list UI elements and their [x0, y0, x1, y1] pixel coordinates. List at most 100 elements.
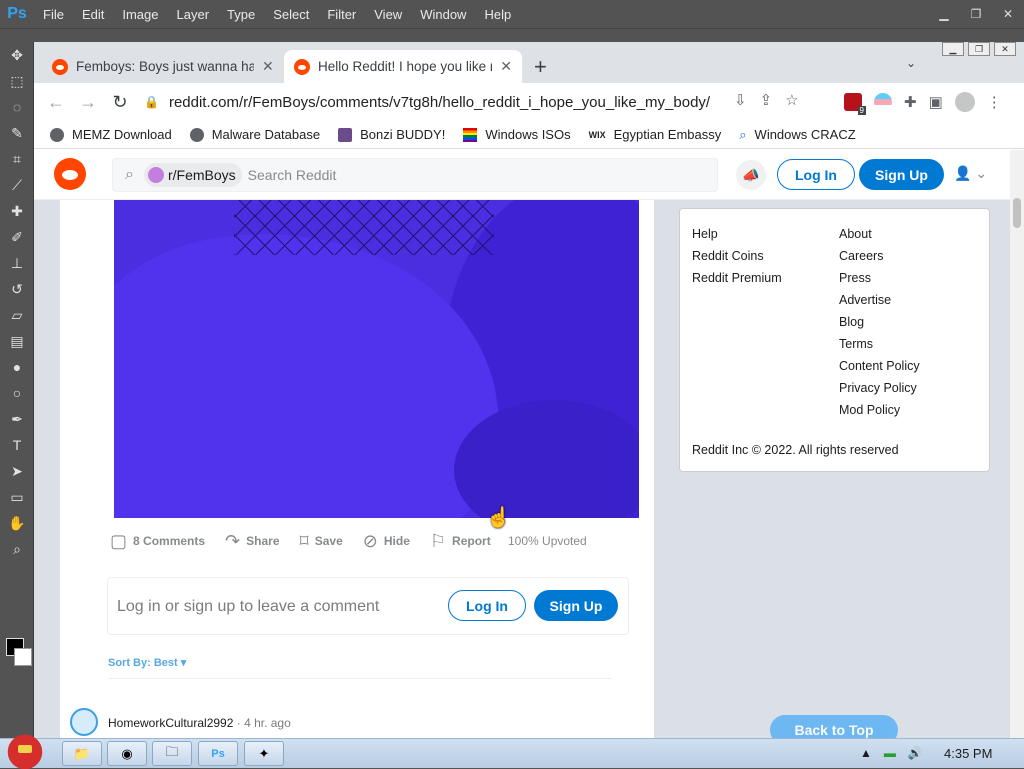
- link-help[interactable]: Help: [692, 223, 782, 245]
- type-tool-icon[interactable]: T: [0, 432, 34, 458]
- puzzle-icon[interactable]: ✚: [904, 93, 917, 111]
- background-color-swatch[interactable]: [14, 648, 32, 666]
- app-taskbar-icon[interactable]: ✦: [244, 741, 284, 766]
- share-button[interactable]: ↷ Share: [225, 531, 279, 552]
- sort-dropdown[interactable]: Sort By: Best ▾: [108, 656, 186, 669]
- user-dropdown-icon[interactable]: 👤 ⌄: [954, 165, 987, 182]
- link-blog[interactable]: Blog: [839, 311, 920, 333]
- address-bar[interactable]: 🔒 reddit.com/r/FemBoys/comments/v7tg8h/h…: [144, 87, 732, 117]
- zoom-tool-icon[interactable]: ⌕: [0, 536, 34, 562]
- marquee-tool-icon[interactable]: ⬚: [0, 68, 34, 94]
- history-brush-tool-icon[interactable]: ↺: [0, 276, 34, 302]
- scrollbar-thumb[interactable]: [1013, 198, 1021, 228]
- explorer-taskbar-icon[interactable]: 📁: [62, 741, 102, 766]
- folder-taskbar-icon[interactable]: 🗀: [152, 741, 192, 766]
- ublock-icon[interactable]: 9: [844, 93, 866, 115]
- scrollbar[interactable]: [1010, 150, 1024, 738]
- link-mod-policy[interactable]: Mod Policy: [839, 399, 920, 421]
- restore-icon[interactable]: ❐: [960, 0, 992, 28]
- reload-icon[interactable]: ↻: [104, 92, 136, 113]
- lock-icon[interactable]: 🔒: [144, 95, 159, 109]
- search-input[interactable]: ⌕ r/FemBoys Search Reddit: [112, 158, 718, 192]
- healing-tool-icon[interactable]: ✚: [0, 198, 34, 224]
- volume-icon[interactable]: 🔊: [908, 746, 923, 760]
- menu-select[interactable]: Select: [264, 7, 318, 22]
- comment-login-button[interactable]: Log In: [448, 590, 526, 621]
- hide-button[interactable]: ⊘ Hide: [363, 531, 410, 552]
- comment-username[interactable]: HomeworkCultural2992: [108, 716, 233, 730]
- comments-button[interactable]: ▢ 8 Comments: [110, 531, 205, 552]
- close-tab-icon[interactable]: ✕: [262, 58, 274, 75]
- shape-tool-icon[interactable]: ▭: [0, 484, 34, 510]
- signup-button[interactable]: Sign Up: [859, 159, 944, 190]
- tab-femboys[interactable]: Femboys: Boys just wanna hav ✕: [42, 50, 284, 83]
- reddit-logo-icon[interactable]: [54, 158, 86, 190]
- link-careers[interactable]: Careers: [839, 245, 920, 267]
- close-tab-icon[interactable]: ✕: [500, 58, 512, 75]
- dodge-tool-icon[interactable]: ○: [0, 380, 34, 406]
- stamp-tool-icon[interactable]: ⊥: [0, 250, 34, 276]
- install-app-icon[interactable]: ⇩: [734, 91, 747, 109]
- profile-avatar-icon[interactable]: [954, 92, 975, 112]
- clock[interactable]: 4:35 PM: [944, 746, 992, 761]
- pen-tool-icon[interactable]: ✒: [0, 406, 34, 432]
- subreddit-chip[interactable]: r/FemBoys: [143, 163, 242, 187]
- back-arrow-icon[interactable]: ←: [40, 92, 72, 113]
- restore-icon[interactable]: ❐: [968, 42, 990, 56]
- menu-type[interactable]: Type: [218, 7, 264, 22]
- menu-help[interactable]: Help: [475, 7, 520, 22]
- bookmark-star-icon[interactable]: ☆: [785, 91, 798, 109]
- forward-arrow-icon[interactable]: →: [72, 92, 104, 113]
- advertise-megaphone-icon[interactable]: 📣: [736, 160, 766, 190]
- link-reddit-premium[interactable]: Reddit Premium: [692, 267, 782, 289]
- post-image[interactable]: [114, 200, 639, 518]
- menu-layer[interactable]: Layer: [168, 7, 219, 22]
- tab-hello-reddit[interactable]: Hello Reddit! I hope you like r ✕: [284, 50, 522, 83]
- tab-search-chevron-icon[interactable]: ⌄: [906, 56, 916, 70]
- minimize-icon[interactable]: ▁: [928, 0, 960, 28]
- share-icon[interactable]: ⇪: [760, 91, 773, 109]
- brush-tool-icon[interactable]: ✐: [0, 224, 34, 250]
- menu-file[interactable]: File: [34, 7, 73, 22]
- eraser-tool-icon[interactable]: ▱: [0, 302, 34, 328]
- bookmark-windows-cracz[interactable]: ⌕ Windows CRACZ: [739, 127, 855, 143]
- link-privacy-policy[interactable]: Privacy Policy: [839, 377, 920, 399]
- trans-flag-extension-icon[interactable]: [874, 93, 892, 111]
- show-hidden-icons-icon[interactable]: ▲: [860, 746, 872, 760]
- chrome-taskbar-icon[interactable]: ◉: [107, 741, 147, 766]
- gradient-tool-icon[interactable]: ▤: [0, 328, 34, 354]
- close-icon[interactable]: ✕: [992, 0, 1024, 28]
- close-icon[interactable]: ✕: [994, 42, 1016, 56]
- side-panel-icon[interactable]: ▣: [929, 93, 943, 111]
- menu-view[interactable]: View: [365, 7, 411, 22]
- link-terms[interactable]: Terms: [839, 333, 920, 355]
- avatar[interactable]: [70, 708, 98, 736]
- bookmark-malware-database[interactable]: Malware Database: [189, 127, 320, 142]
- bookmark-bonzi[interactable]: Bonzi BUDDY!: [338, 127, 445, 142]
- login-button[interactable]: Log In: [777, 159, 855, 190]
- bookmark-egyptian-embassy[interactable]: WIX Egyptian Embassy: [589, 127, 722, 142]
- photoshop-taskbar-icon[interactable]: Ps: [198, 741, 238, 766]
- move-tool-icon[interactable]: ✥: [0, 42, 34, 68]
- path-select-tool-icon[interactable]: ➤: [0, 458, 34, 484]
- link-content-policy[interactable]: Content Policy: [839, 355, 920, 377]
- link-reddit-coins[interactable]: Reddit Coins: [692, 245, 782, 267]
- new-tab-button[interactable]: +: [534, 54, 547, 80]
- quick-select-tool-icon[interactable]: ✎: [0, 120, 34, 146]
- kebab-menu-icon[interactable]: ⋮: [987, 93, 1002, 111]
- comment-signup-button[interactable]: Sign Up: [534, 590, 618, 621]
- crop-tool-icon[interactable]: ⌗: [0, 146, 34, 172]
- back-to-top-button[interactable]: Back to Top: [770, 715, 898, 738]
- link-advertise[interactable]: Advertise: [839, 289, 920, 311]
- save-button[interactable]: ⌑ Save: [300, 531, 343, 552]
- minimize-icon[interactable]: ▁: [942, 42, 964, 56]
- link-about[interactable]: About: [839, 223, 920, 245]
- lasso-tool-icon[interactable]: ◌: [0, 94, 34, 120]
- comment-timestamp[interactable]: 4 hr. ago: [244, 716, 291, 730]
- report-button[interactable]: ⚐ Report: [430, 531, 491, 552]
- menu-image[interactable]: Image: [113, 7, 167, 22]
- network-icon[interactable]: ▬: [884, 746, 896, 760]
- bookmark-memz[interactable]: MEMZ Download: [50, 127, 172, 142]
- hand-tool-icon[interactable]: ✋: [0, 510, 34, 536]
- start-button-angry-bird-icon[interactable]: [2, 731, 48, 769]
